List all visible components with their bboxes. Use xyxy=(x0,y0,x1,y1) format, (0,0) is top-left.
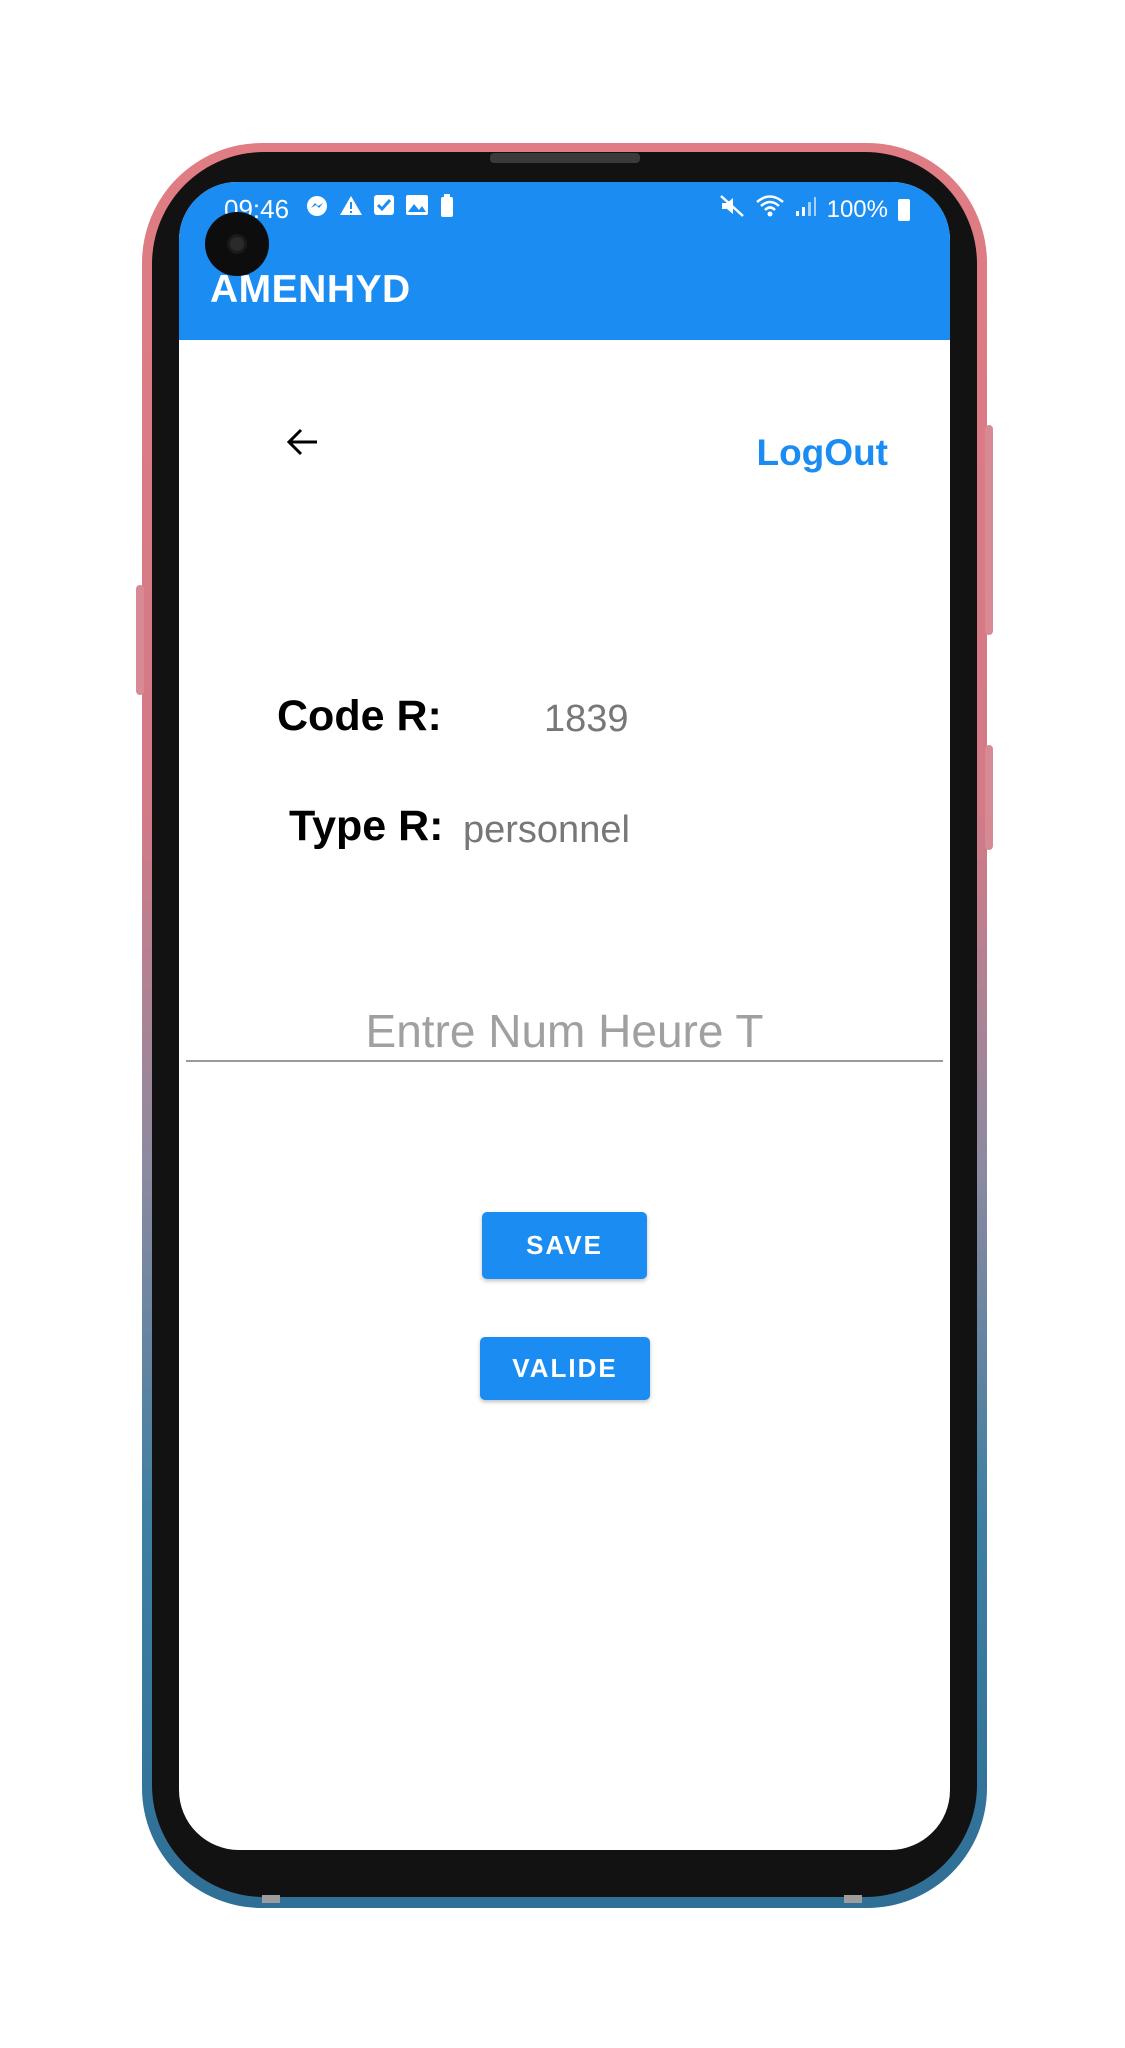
bottom-antenna-right xyxy=(844,1895,862,1903)
earpiece xyxy=(490,153,640,163)
front-camera xyxy=(205,212,269,276)
checkbox-icon xyxy=(373,194,395,224)
type-value: personnel xyxy=(463,809,630,851)
side-button-right-lower xyxy=(985,745,993,850)
save-button[interactable]: SAVE xyxy=(482,1212,647,1279)
battery-level: 100% xyxy=(826,195,888,223)
save-button-label: SAVE xyxy=(526,1230,603,1260)
logout-button[interactable]: LogOut xyxy=(756,432,888,474)
mute-icon xyxy=(719,194,745,225)
app-bar: 09:46 100% AMENHYD xyxy=(179,182,950,340)
type-label: Type R: xyxy=(289,802,444,850)
wifi-icon xyxy=(755,194,785,225)
notification-icons xyxy=(305,194,455,224)
bottom-antenna-left xyxy=(262,1895,280,1903)
messenger-icon xyxy=(305,194,329,224)
back-arrow-icon[interactable] xyxy=(283,422,323,462)
code-label: Code R: xyxy=(277,692,442,740)
code-value: 1839 xyxy=(544,698,629,740)
valide-button-label: VALIDE xyxy=(512,1353,618,1383)
battery-saver-icon xyxy=(439,194,455,224)
status-bar: 09:46 100% xyxy=(179,182,950,237)
battery-icon xyxy=(898,198,910,221)
screen: 09:46 100% AMENHYD LogOut Code R: 1839 T… xyxy=(179,182,950,1850)
system-icons: 100% xyxy=(719,194,910,225)
image-icon xyxy=(405,194,429,224)
warning-icon xyxy=(339,194,363,224)
valide-button[interactable]: VALIDE xyxy=(480,1337,650,1400)
signal-icon xyxy=(795,195,817,224)
side-button-left xyxy=(136,585,144,695)
side-button-right-upper xyxy=(985,425,993,635)
num-heure-input[interactable] xyxy=(186,1002,943,1062)
